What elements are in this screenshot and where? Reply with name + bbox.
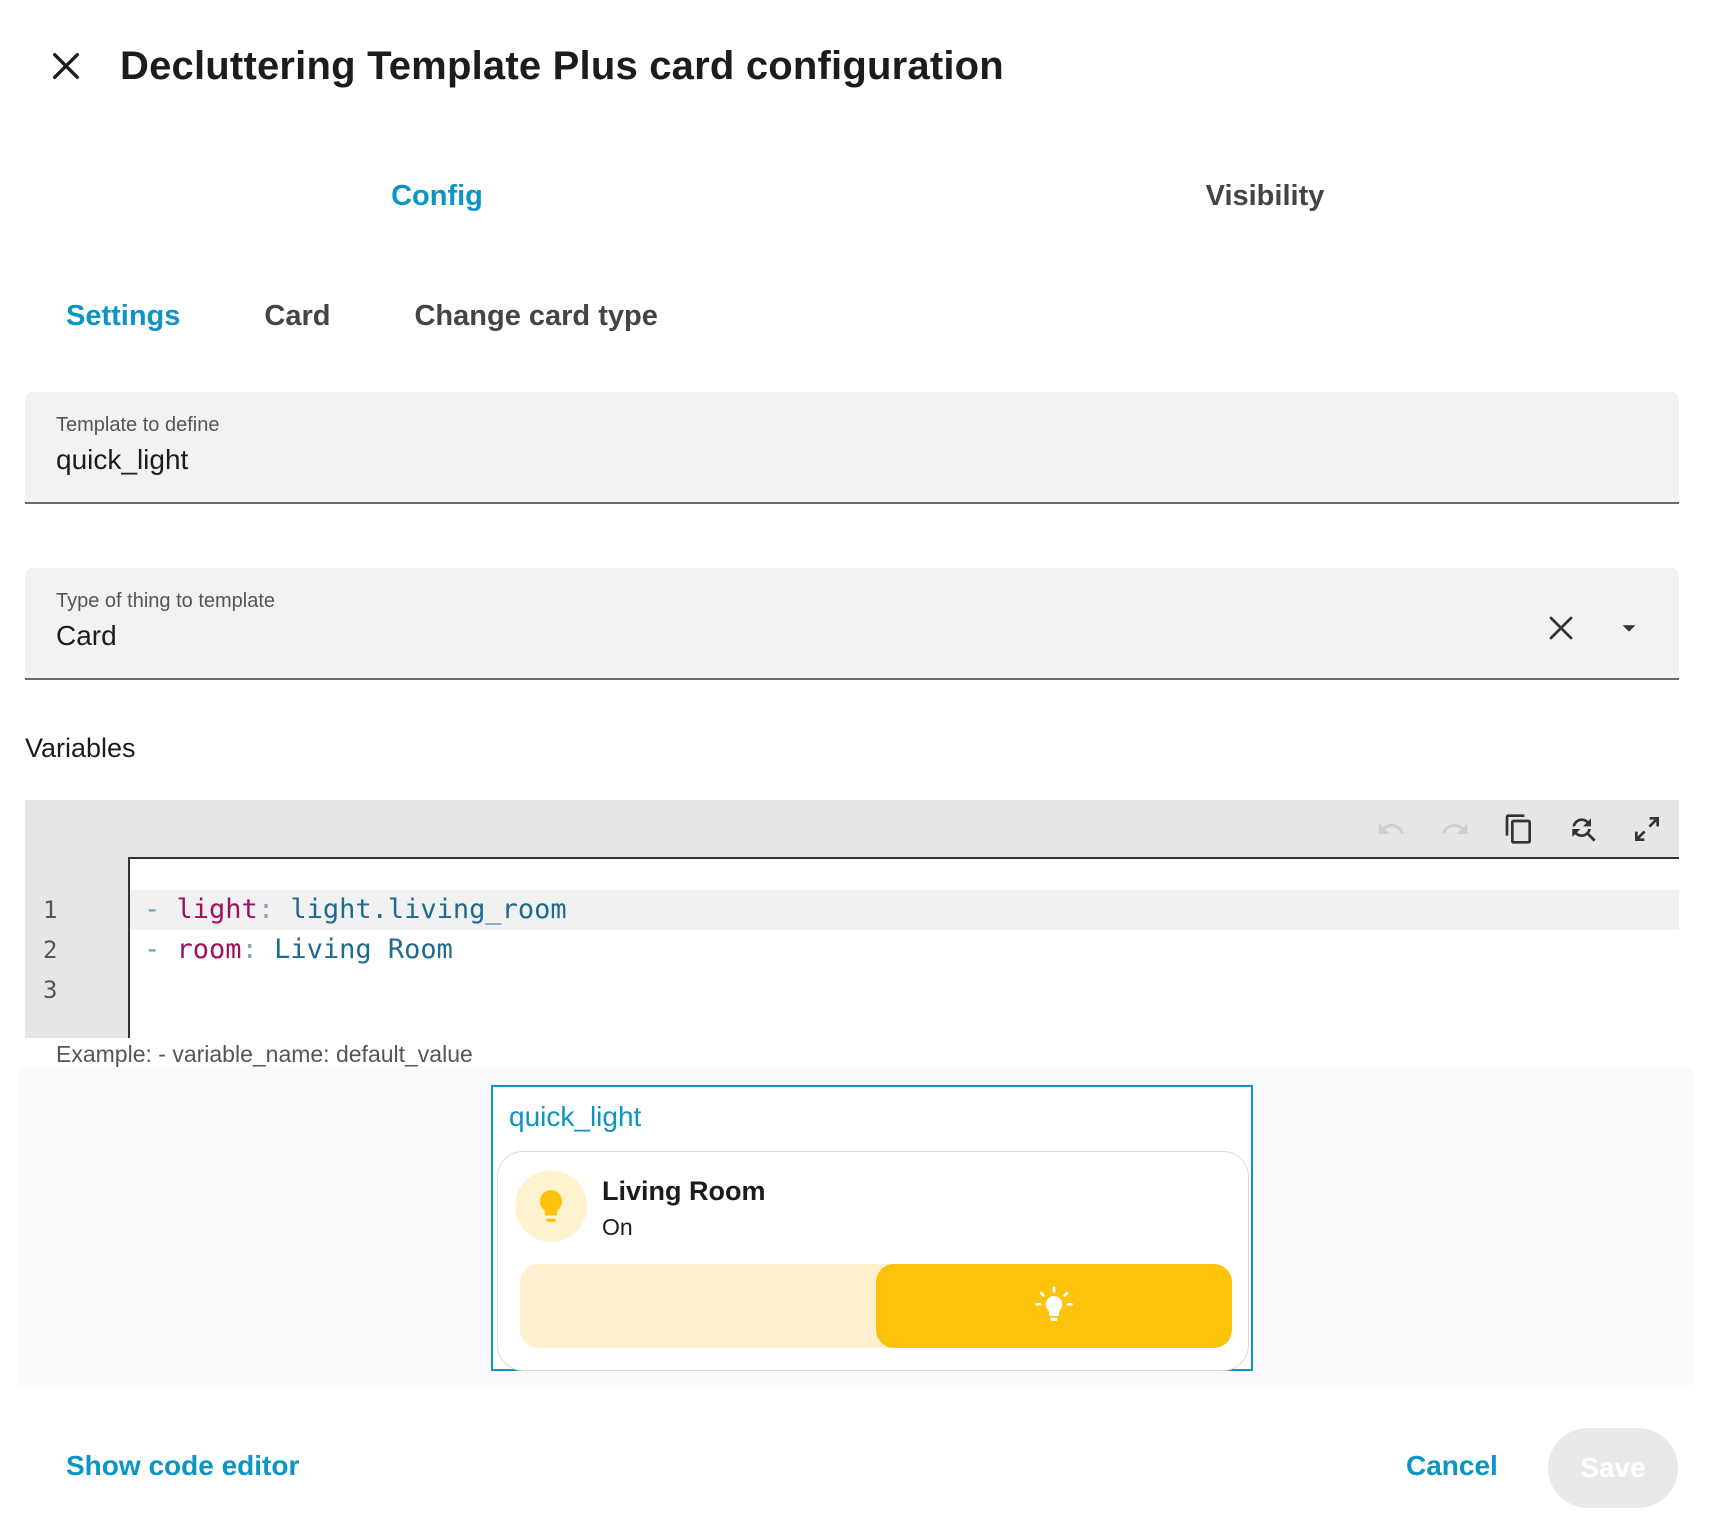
line-number: 2 <box>43 936 58 964</box>
undo-button[interactable] <box>1359 800 1423 858</box>
tile-icon-button[interactable] <box>515 1170 587 1242</box>
editor-toolbar <box>1359 800 1679 858</box>
template-type-value[interactable]: Card <box>56 620 117 652</box>
close-button[interactable] <box>38 38 94 94</box>
tab-config[interactable]: Config <box>287 160 587 232</box>
yaml-key: light <box>176 894 258 925</box>
yaml-value: light.living_room <box>290 894 567 925</box>
main-tabs: Config Visibility <box>0 160 1710 232</box>
yaml-colon: : <box>257 894 275 925</box>
tile-state: On <box>602 1214 633 1240</box>
line-number: 3 <box>43 976 58 1004</box>
brightness-slider[interactable] <box>520 1264 1232 1348</box>
code-line[interactable]: - room: Living Room <box>130 930 1679 970</box>
template-name-label: Template to define <box>56 414 220 436</box>
search-replace-icon <box>1572 818 1596 842</box>
lightbulb-icon <box>539 1190 563 1222</box>
redo-icon <box>1441 822 1468 834</box>
yaml-dash: - <box>144 934 161 965</box>
line-number: 1 <box>43 896 58 924</box>
dropdown-button[interactable] <box>1609 608 1649 648</box>
show-code-editor-button[interactable]: Show code editor <box>66 1450 299 1482</box>
variables-helper-text: Example: - variable_name: default_value <box>56 1041 473 1067</box>
yaml-colon: : <box>241 934 258 965</box>
variables-heading: Variables <box>25 733 136 763</box>
cancel-button[interactable]: Cancel <box>1406 1450 1498 1482</box>
template-type-label: Type of thing to template <box>56 590 276 612</box>
search-replace-button[interactable] <box>1551 800 1615 858</box>
tab-settings[interactable]: Settings <box>36 280 210 352</box>
redo-button[interactable] <box>1423 800 1487 858</box>
copy-button[interactable] <box>1487 800 1551 858</box>
yaml-value: Living Room <box>274 934 453 965</box>
close-icon <box>1549 616 1573 640</box>
decluttering-preview-card: quick_light Living Room On <box>491 1085 1253 1371</box>
brightness-slider-fill <box>876 1264 1232 1348</box>
tile-name: Living Room <box>602 1176 766 1206</box>
save-button[interactable]: Save <box>1548 1428 1678 1508</box>
fullscreen-icon <box>1635 817 1659 841</box>
tab-visibility[interactable]: Visibility <box>1115 160 1415 232</box>
yaml-key: room <box>176 934 242 965</box>
dialog-header: Decluttering Template Plus card configur… <box>0 0 1710 140</box>
code-line[interactable] <box>130 970 1679 1010</box>
line-number-gutter: 1 2 3 <box>25 890 125 1010</box>
card-preview: quick_light Living Room On <box>17 1067 1693 1387</box>
tab-change-card-type[interactable]: Change card type <box>384 280 687 352</box>
light-tile-card[interactable]: Living Room On <box>497 1151 1249 1371</box>
code-input[interactable]: - light: light.living_room - room: Livin… <box>128 857 1679 1038</box>
yaml-dash: - <box>144 894 161 925</box>
dialog-footer: Show code editor Cancel Save <box>0 1420 1710 1520</box>
card-config-dialog: Decluttering Template Plus card configur… <box>0 0 1710 1540</box>
lightbulb-on-icon <box>1035 1286 1073 1321</box>
preview-template-name: quick_light <box>509 1101 642 1132</box>
dialog-title: Decluttering Template Plus card configur… <box>120 44 1004 88</box>
clear-button[interactable] <box>1539 606 1583 650</box>
menu-down-icon <box>1622 625 1636 632</box>
undo-icon <box>1378 822 1405 834</box>
template-name-value[interactable]: quick_light <box>56 444 188 476</box>
sub-tabs: Settings Card Change card type <box>36 280 712 352</box>
copy-icon <box>1505 814 1531 844</box>
close-icon <box>52 52 80 80</box>
template-name-field[interactable]: Template to define quick_light <box>25 392 1679 504</box>
fullscreen-button[interactable] <box>1615 800 1679 858</box>
template-type-select[interactable]: Type of thing to template Card <box>25 568 1679 680</box>
variables-code-editor: 1 2 3 - light: light.living_room - room:… <box>25 800 1679 1038</box>
code-line[interactable]: - light: light.living_room <box>130 890 1679 930</box>
tab-card[interactable]: Card <box>234 280 360 352</box>
